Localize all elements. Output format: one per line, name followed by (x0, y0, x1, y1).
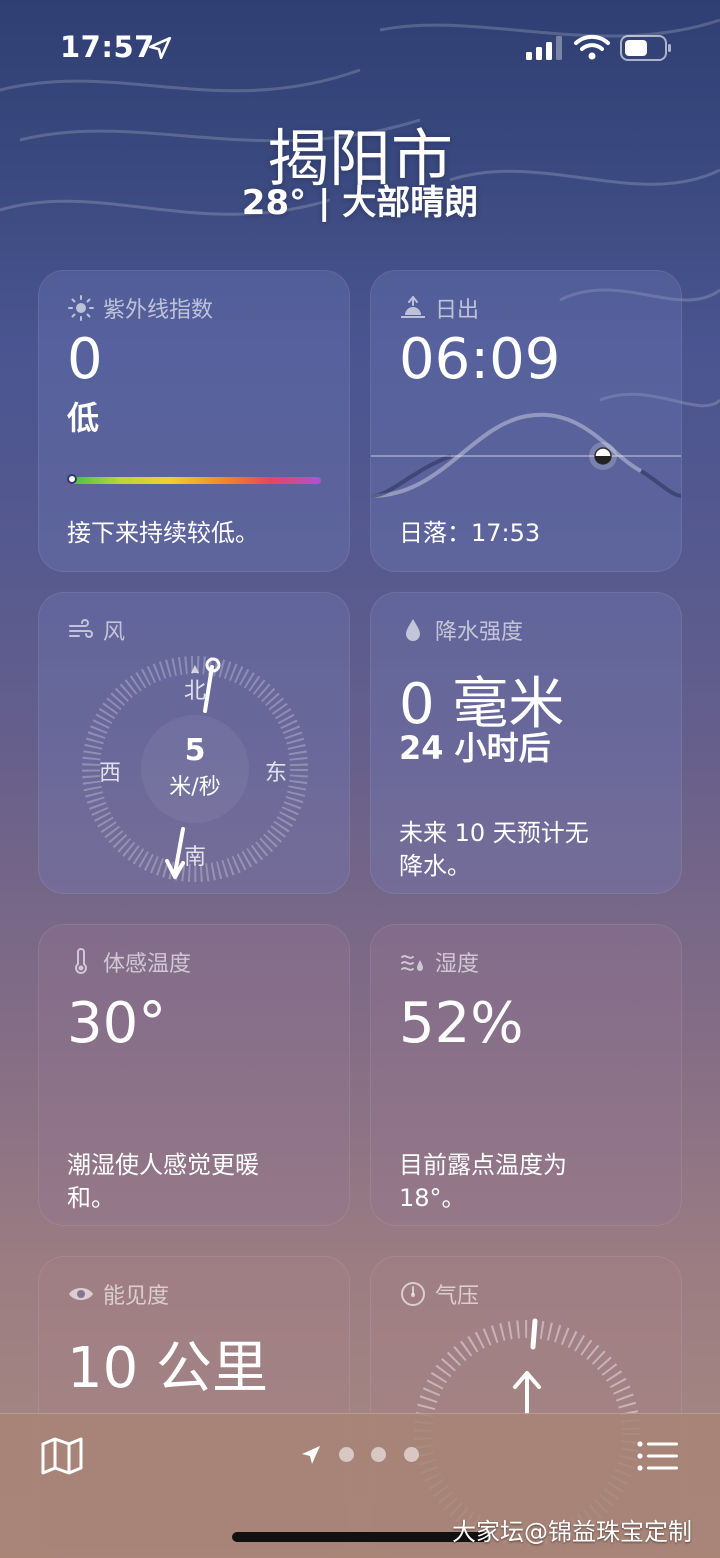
compass-south: 南 (183, 845, 206, 870)
feels-like-card-header: 体感温度 (67, 947, 191, 977)
humidity-card-title: 湿度 (435, 952, 480, 977)
humidity-value: 52% (399, 991, 524, 1056)
map-icon[interactable] (40, 1436, 84, 1476)
sunrise-card-title: 日出 (435, 298, 480, 323)
status-bar: 17:57 (0, 0, 720, 96)
gauge-icon (401, 1282, 425, 1306)
sun-path-graph (371, 412, 681, 498)
precip-card-header: 降水强度 (399, 615, 523, 645)
eye-icon (69, 1288, 93, 1300)
raindrop-icon (406, 619, 420, 641)
wifi-icon (574, 34, 610, 60)
page-dot[interactable] (339, 1447, 354, 1462)
status-time: 17:57 (60, 30, 155, 64)
visibility-card-title: 能见度 (103, 1284, 170, 1309)
uv-level: 低 (67, 399, 100, 437)
feels-like-card-title: 体感温度 (103, 952, 192, 977)
uv-value: 0 (67, 327, 103, 392)
uv-card-title: 紫外线指数 (103, 298, 214, 323)
precipitation-card[interactable]: 降水强度 0 毫米 24 小时后 未来 10 天预计无降水。 (370, 592, 682, 894)
location-arrow-icon (148, 36, 172, 60)
pressure-card-header: 气压 (399, 1279, 479, 1309)
home-indicator[interactable] (232, 1532, 488, 1542)
wind-card-title: 风 (103, 620, 126, 645)
sun-icon (68, 295, 94, 321)
page-dot[interactable] (371, 1447, 386, 1462)
wind-card[interactable]: 风 北 西 东 南 5 米/秒 (38, 592, 350, 894)
precip-period: 24 小时后 (399, 729, 551, 767)
humidity-card[interactable]: 湿度 52% 目前露点温度为 18°。 (370, 924, 682, 1226)
current-location-page-icon[interactable] (300, 1444, 322, 1466)
compass-north: 北 (183, 679, 206, 704)
watermark-text: 大家坛@锦益珠宝定制 (452, 1518, 692, 1546)
uv-description: 接下来持续较低。 (67, 519, 259, 547)
precip-description: 未来 10 天预计无降水。 (399, 819, 589, 880)
uv-scale-bar (69, 477, 321, 484)
wind-speed: 5 (184, 733, 206, 768)
current-condition: 28° | 大部晴朗 (241, 183, 479, 223)
page-dot[interactable] (404, 1447, 419, 1462)
wind-unit: 米/秒 (169, 775, 221, 800)
battery-icon (620, 35, 671, 61)
humidity-description: 目前露点温度为 18°。 (399, 1151, 567, 1212)
precip-card-title: 降水强度 (435, 620, 524, 645)
humidity-card-header: 湿度 (399, 947, 479, 977)
feels-like-value: 30° (67, 991, 167, 1056)
pressure-card-title: 气压 (435, 1284, 480, 1309)
sunrise-icon (401, 296, 425, 318)
wind-icon (69, 619, 93, 638)
feels-like-card[interactable]: 体感温度 30° 潮湿使人感觉更暖和。 (38, 924, 350, 1226)
visibility-value: 10 公里 (67, 1336, 269, 1401)
sunrise-time: 06:09 (399, 327, 561, 392)
sunrise-card-header: 日出 (399, 293, 479, 323)
humidity-icon (401, 955, 423, 971)
wind-card-header: 风 (67, 615, 125, 645)
cellular-signal-icon (526, 36, 562, 60)
thermometer-icon (75, 948, 87, 974)
sunset-time: 日落：17:53 (399, 519, 541, 547)
uv-card-header: 紫外线指数 (67, 293, 213, 323)
visibility-card-header: 能见度 (67, 1279, 169, 1309)
sunrise-card[interactable]: 日出 06:09 日落：17:53 (370, 270, 682, 572)
uv-indicator-dot (67, 474, 77, 484)
city-list-icon[interactable] (636, 1440, 680, 1472)
feels-like-description: 潮湿使人感觉更暖和。 (67, 1151, 259, 1212)
uv-index-card[interactable]: 紫外线指数 0 低 接下来持续较低。 (38, 270, 350, 572)
